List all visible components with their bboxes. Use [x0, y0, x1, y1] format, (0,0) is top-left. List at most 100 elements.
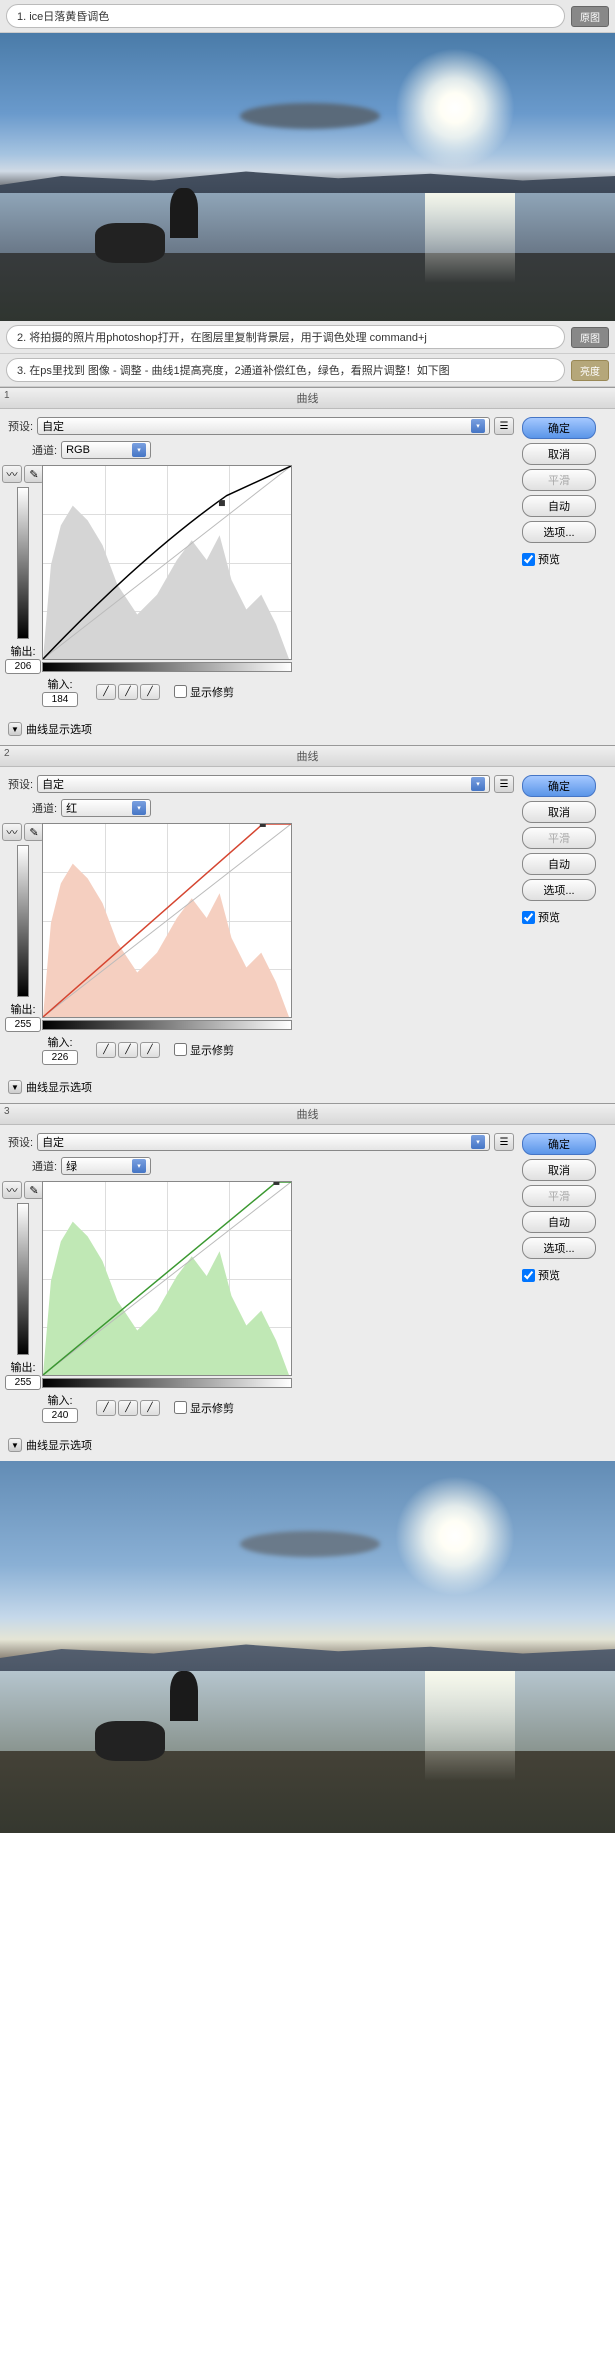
step-2-tag[interactable]: 原图 — [571, 327, 609, 348]
input-input[interactable] — [42, 1050, 78, 1065]
pencil-tool[interactable]: ✎ — [24, 465, 44, 483]
output-input[interactable] — [5, 1017, 41, 1032]
sun-glare — [385, 1466, 525, 1606]
person-silhouette — [170, 188, 198, 238]
cloud — [240, 1531, 380, 1557]
show-clipping-checkbox[interactable]: 显示修剪 — [174, 1400, 234, 1416]
rock-silhouette — [95, 1721, 165, 1761]
output-gradient — [17, 487, 29, 639]
output-input[interactable] — [5, 1375, 41, 1390]
curves-dialog-2: 2曲线 预设: 自定▾ ☰ 通道: 红▾ — [0, 745, 615, 1103]
curves-dialog-3: 3曲线 预设: 自定▾ ☰ 通道: 绿▾ — [0, 1103, 615, 1461]
sun-glare — [385, 38, 525, 178]
pencil-tool[interactable]: ✎ — [24, 823, 44, 841]
auto-button[interactable]: 自动 — [522, 495, 596, 517]
channel-select[interactable]: RGB▾ — [61, 441, 151, 459]
auto-button[interactable]: 自动 — [522, 853, 596, 875]
output-input[interactable] — [5, 659, 41, 674]
black-point-dropper[interactable]: ╱ — [96, 1042, 116, 1058]
channel-select[interactable]: 红▾ — [61, 799, 151, 817]
chevron-down-icon: ▾ — [132, 1159, 146, 1173]
gray-point-dropper[interactable]: ╱ — [118, 684, 138, 700]
preview-checkbox[interactable]: 预览 — [522, 1267, 607, 1283]
preset-menu-button[interactable]: ☰ — [494, 775, 514, 793]
step-3-text: 3. 在ps里找到 图像 - 调整 - 曲线1提高亮度，2通道补偿红色，绿色，看… — [6, 358, 565, 382]
options-button[interactable]: 选项... — [522, 879, 596, 901]
ok-button[interactable]: 确定 — [522, 417, 596, 439]
rock-silhouette — [95, 223, 165, 263]
disclosure-triangle-icon: ▼ — [8, 1080, 22, 1094]
preset-select[interactable]: 自定▾ — [37, 417, 490, 435]
curve-tool[interactable]: 〰 — [2, 1181, 22, 1199]
auto-button[interactable]: 自动 — [522, 1211, 596, 1233]
chevron-down-icon: ▾ — [471, 777, 485, 791]
white-point-dropper[interactable]: ╱ — [140, 684, 160, 700]
cancel-button[interactable]: 取消 — [522, 443, 596, 465]
smooth-button[interactable]: 平滑 — [522, 827, 596, 849]
input-gradient — [42, 662, 292, 672]
cancel-button[interactable]: 取消 — [522, 801, 596, 823]
input-input[interactable] — [42, 692, 78, 707]
curves-title: 3曲线 — [0, 1104, 615, 1125]
step-3-tag[interactable]: 亮度 — [571, 360, 609, 381]
preset-select[interactable]: 自定▾ — [37, 775, 490, 793]
input-label: 输入: — [42, 1392, 78, 1408]
original-photo — [0, 33, 615, 321]
input-gradient — [42, 1378, 292, 1388]
chevron-down-icon: ▾ — [132, 443, 146, 457]
curve-display-options[interactable]: ▼ 曲线显示选项 — [0, 1437, 615, 1461]
options-button[interactable]: 选项... — [522, 1237, 596, 1259]
output-gradient — [17, 1203, 29, 1355]
curve-display-options[interactable]: ▼ 曲线显示选项 — [0, 1079, 615, 1103]
water — [0, 1671, 615, 1751]
input-input[interactable] — [42, 1408, 78, 1423]
white-point-dropper[interactable]: ╱ — [140, 1042, 160, 1058]
preset-menu-button[interactable]: ☰ — [494, 1133, 514, 1151]
channel-label: 通道: — [32, 800, 57, 816]
cancel-button[interactable]: 取消 — [522, 1159, 596, 1181]
options-button[interactable]: 选项... — [522, 521, 596, 543]
step-bar-3: 3. 在ps里找到 图像 - 调整 - 曲线1提高亮度，2通道补偿红色，绿色，看… — [0, 354, 615, 387]
person-silhouette — [170, 1671, 198, 1721]
show-clipping-checkbox[interactable]: 显示修剪 — [174, 684, 234, 700]
curves-dialog-1: 1曲线 预设: 自定▾ ☰ 通道: RGB▾ — [0, 387, 615, 745]
channel-select[interactable]: 绿▾ — [61, 1157, 151, 1175]
black-point-dropper[interactable]: ╱ — [96, 684, 116, 700]
chevron-down-icon: ▾ — [471, 419, 485, 433]
mountains — [0, 1631, 615, 1676]
curves-grid[interactable] — [42, 823, 292, 1018]
curve-tool[interactable]: 〰 — [2, 823, 22, 841]
black-point-dropper[interactable]: ╱ — [96, 1400, 116, 1416]
preset-select[interactable]: 自定▾ — [37, 1133, 490, 1151]
ok-button[interactable]: 确定 — [522, 1133, 596, 1155]
curves-title: 2曲线 — [0, 746, 615, 767]
preset-label: 预设: — [8, 418, 33, 434]
cloud — [240, 103, 380, 129]
smooth-button[interactable]: 平滑 — [522, 469, 596, 491]
step-bar-2: 2. 将拍摄的照片用photoshop打开，在图层里复制背景层，用于调色处理 c… — [0, 321, 615, 354]
gray-point-dropper[interactable]: ╱ — [118, 1042, 138, 1058]
chevron-down-icon: ▾ — [471, 1135, 485, 1149]
pencil-tool[interactable]: ✎ — [24, 1181, 44, 1199]
result-photo — [0, 1461, 615, 1833]
curves-grid[interactable] — [42, 465, 292, 660]
smooth-button[interactable]: 平滑 — [522, 1185, 596, 1207]
preview-checkbox[interactable]: 预览 — [522, 551, 607, 567]
gray-point-dropper[interactable]: ╱ — [118, 1400, 138, 1416]
curves-grid[interactable] — [42, 1181, 292, 1376]
curve-tool[interactable]: 〰 — [2, 465, 22, 483]
step-1-text: 1. ice日落黄昏调色 — [6, 4, 565, 28]
step-1-tag[interactable]: 原图 — [571, 6, 609, 27]
show-clipping-checkbox[interactable]: 显示修剪 — [174, 1042, 234, 1058]
sun-reflection — [425, 1671, 515, 1781]
preview-checkbox[interactable]: 预览 — [522, 909, 607, 925]
output-label: 输出: — [5, 643, 41, 659]
curve-display-options[interactable]: ▼ 曲线显示选项 — [0, 721, 615, 745]
input-gradient — [42, 1020, 292, 1030]
output-label: 输出: — [5, 1359, 41, 1375]
white-point-dropper[interactable]: ╱ — [140, 1400, 160, 1416]
preset-menu-button[interactable]: ☰ — [494, 417, 514, 435]
chevron-down-icon: ▾ — [132, 801, 146, 815]
channel-label: 通道: — [32, 1158, 57, 1174]
ok-button[interactable]: 确定 — [522, 775, 596, 797]
